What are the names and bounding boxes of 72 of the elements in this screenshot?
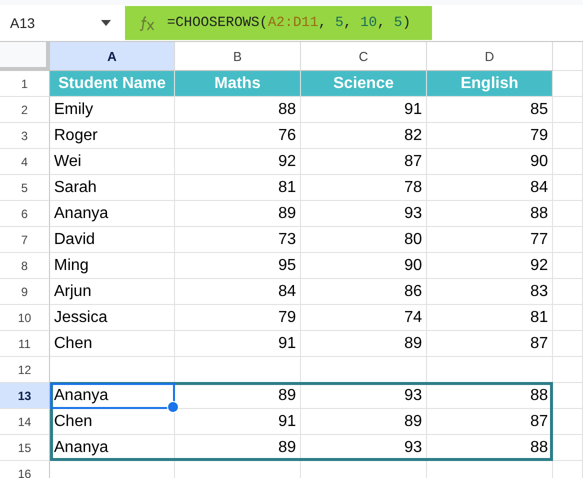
table-cell: 83 — [427, 279, 553, 305]
row-header[interactable]: 1 — [0, 71, 50, 97]
table-cell: 81 — [427, 305, 553, 331]
table-cell: 91 — [175, 409, 301, 435]
table-cell: 79 — [175, 305, 301, 331]
fx-icon — [139, 15, 157, 31]
table-cell: 79 — [427, 123, 553, 149]
table-cell: 88 — [175, 97, 301, 123]
empty-cell — [553, 357, 583, 383]
table-cell: 95 — [175, 253, 301, 279]
table-cell: 92 — [175, 149, 301, 175]
dropdown-caret-icon — [101, 20, 111, 26]
table-cell: 87 — [427, 331, 553, 357]
table-cell: 78 — [301, 175, 427, 201]
row-header[interactable]: 11 — [0, 331, 50, 357]
row-header[interactable]: 5 — [0, 175, 50, 201]
row-header[interactable]: 12 — [0, 357, 50, 383]
header-cell: Student Name — [50, 71, 175, 97]
table-cell: Arjun — [50, 279, 175, 305]
row-header[interactable]: 4 — [0, 149, 50, 175]
table-cell: David — [50, 227, 175, 253]
row-header[interactable]: 7 — [0, 227, 50, 253]
table-cell: 89 — [175, 201, 301, 227]
table-cell: 76 — [175, 123, 301, 149]
column-header[interactable]: B — [175, 42, 301, 71]
name-box[interactable]: A13 — [0, 5, 125, 41]
table-cell: Emily — [50, 97, 175, 123]
table-cell: 93 — [301, 201, 427, 227]
table-cell: Jessica — [50, 305, 175, 331]
table-cell: 93 — [301, 383, 427, 409]
table-cell: 89 — [301, 331, 427, 357]
table-cell: 82 — [301, 123, 427, 149]
formula-bar[interactable]: =CHOOSEROWS(A2:D11, 5, 10, 5) — [125, 6, 432, 40]
table-cell: 90 — [427, 149, 553, 175]
table-cell: 91 — [175, 331, 301, 357]
formula-text: =CHOOSEROWS(A2:D11, 5, 10, 5) — [167, 15, 411, 31]
row-header[interactable]: 10 — [0, 305, 50, 331]
column-header[interactable]: D — [427, 42, 553, 71]
table-cell: 87 — [301, 149, 427, 175]
table-cell: 80 — [301, 227, 427, 253]
column-header[interactable]: C — [301, 42, 427, 71]
table-cell: Roger — [50, 123, 175, 149]
table-cell: 84 — [175, 279, 301, 305]
row-header[interactable]: 15 — [0, 435, 50, 461]
header-cell: English — [427, 71, 553, 97]
row-header[interactable]: 14 — [0, 409, 50, 435]
table-cell: Sarah — [50, 175, 175, 201]
table-cell: 88 — [427, 201, 553, 227]
table-cell: 74 — [301, 305, 427, 331]
table-cell: 86 — [301, 279, 427, 305]
table-cell: 91 — [301, 97, 427, 123]
row-header[interactable]: 8 — [0, 253, 50, 279]
row-header[interactable]: 9 — [0, 279, 50, 305]
table-cell: 90 — [301, 253, 427, 279]
table-cell: 92 — [427, 253, 553, 279]
table-cell: 73 — [175, 227, 301, 253]
header-cell: Maths — [175, 71, 301, 97]
row-header[interactable]: 6 — [0, 201, 50, 227]
table-cell: Ming — [50, 253, 175, 279]
row-header[interactable]: 2 — [0, 97, 50, 123]
table-cell: 85 — [427, 97, 553, 123]
table-cell: 89 — [301, 409, 427, 435]
table-cell: 77 — [427, 227, 553, 253]
row-header[interactable]: 3 — [0, 123, 50, 149]
row-header[interactable]: 13 — [0, 383, 50, 409]
table-cell: Ananya — [50, 201, 175, 227]
table-cell: 84 — [427, 175, 553, 201]
header-cell: Science — [301, 71, 427, 97]
table-cell: Wei — [50, 149, 175, 175]
table-cell: 81 — [175, 175, 301, 201]
table-cell: Chen — [50, 331, 175, 357]
column-header[interactable]: A — [50, 42, 175, 71]
